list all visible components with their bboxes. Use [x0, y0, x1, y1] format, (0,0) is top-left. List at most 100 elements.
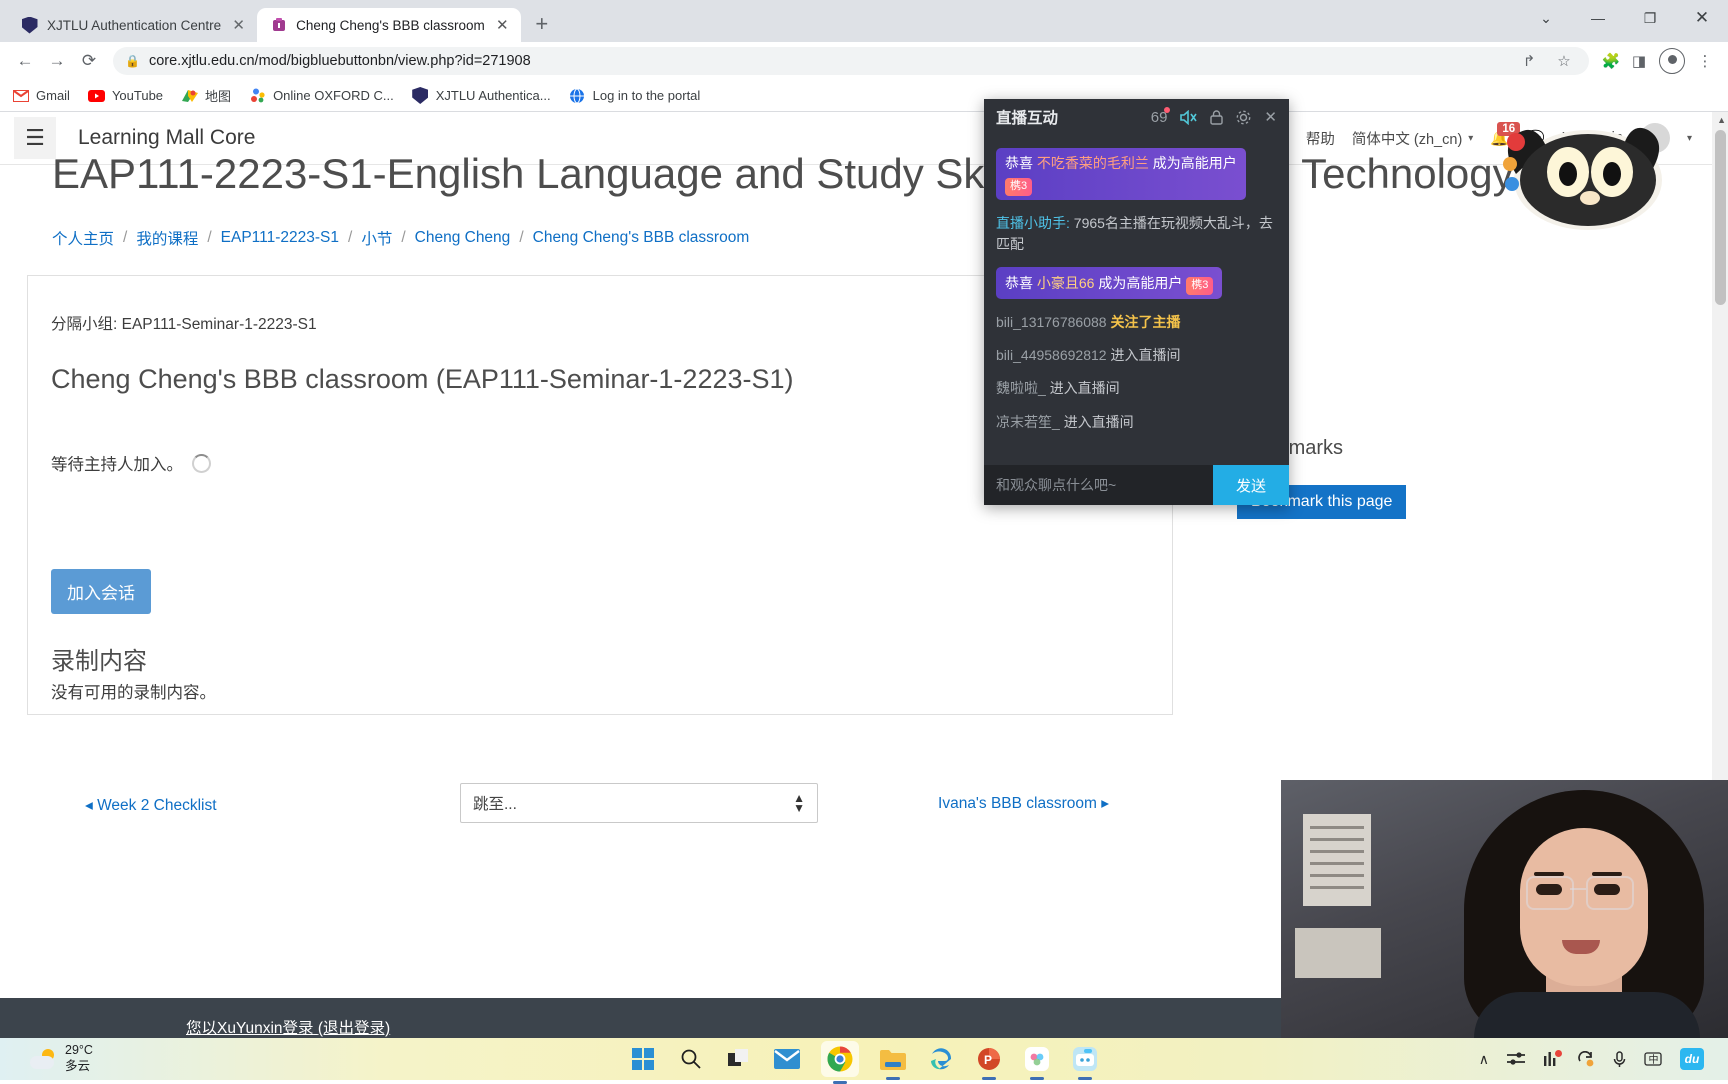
system-tray: ∧ 中 du: [1479, 1048, 1704, 1070]
group-label: 分隔小组: EAP111-Seminar-1-2223-S1: [51, 316, 317, 333]
breadcrumb-separator: /: [123, 229, 128, 246]
forward-button[interactable]: →: [42, 46, 72, 76]
danmu-count-icon[interactable]: 69: [1151, 106, 1171, 126]
waiting-status: 等待主持人加入。: [51, 451, 211, 475]
chat-username[interactable]: 直播小助手:: [996, 215, 1070, 231]
scrollbar-thumb[interactable]: [1715, 130, 1726, 305]
star-icon[interactable]: ☆: [1551, 48, 1577, 74]
user-chevron-down-icon[interactable]: ▾: [1687, 133, 1692, 144]
profile-avatar[interactable]: [1659, 48, 1685, 74]
wall-poster: [1303, 814, 1371, 906]
chat-username[interactable]: 凉末若笙_: [996, 414, 1060, 430]
new-tab-button[interactable]: +: [527, 9, 557, 39]
chat-action: 进入直播间: [1063, 413, 1134, 430]
chat-input[interactable]: 和观众聊点什么吧~: [984, 465, 1213, 505]
globe-icon: [569, 87, 586, 104]
chat-message: bili_13176786088 关注了主播: [996, 312, 1277, 332]
chat-message: bili_44958692812 进入直播间: [996, 345, 1277, 365]
recordings-heading: 录制内容: [51, 648, 147, 675]
tab-xjtlu-authentication-centre[interactable]: XJTLU Authentication Centre ✕: [8, 8, 258, 42]
wps-icon[interactable]: [1023, 1045, 1051, 1073]
start-button[interactable]: [629, 1045, 657, 1073]
close-icon[interactable]: ✕: [230, 17, 247, 34]
tab-title: Cheng Cheng's BBB classroom: [296, 17, 485, 33]
stats-icon[interactable]: [1543, 1050, 1562, 1066]
logout-link[interactable]: (退出登录): [318, 1020, 390, 1037]
breadcrumb-item-4[interactable]: Cheng Cheng: [415, 229, 511, 247]
webcam-person: [1436, 780, 1728, 1038]
close-icon[interactable]: ✕: [1264, 108, 1277, 126]
bookmark-maps[interactable]: 地图: [181, 86, 231, 105]
bookmark-xjtlu-authentica[interactable]: XJTLU Authentica...: [412, 87, 551, 104]
tab-cheng-cheng-bbb-classroom[interactable]: Cheng Cheng's BBB classroom ✕: [257, 8, 521, 42]
ime-icon[interactable]: 中: [1644, 1051, 1662, 1067]
bookmark-youtube[interactable]: YouTube: [87, 87, 163, 104]
maps-icon: [181, 87, 198, 104]
sidebar-toggle-button[interactable]: ☰: [14, 117, 56, 159]
language-menu[interactable]: 简体中文 (zh_cn) ▾: [1352, 128, 1473, 149]
settings-icon[interactable]: [1236, 110, 1251, 125]
breadcrumb-item-5[interactable]: Cheng Cheng's BBB classroom: [533, 229, 750, 247]
prev-activity-link[interactable]: ◂ Week 2 Checklist: [85, 796, 217, 815]
chat-username[interactable]: bili_13176786088: [996, 314, 1107, 330]
mute-icon[interactable]: [1180, 109, 1198, 125]
chat-username[interactable]: 不吃香菜的毛利兰: [1037, 155, 1149, 171]
microphone-icon[interactable]: [1613, 1050, 1626, 1068]
chat-username[interactable]: 小豪且66: [1037, 275, 1095, 291]
address-bar[interactable]: 🔒 core.xjtlu.edu.cn/mod/bigbluebuttonbn/…: [113, 47, 1589, 75]
help-link[interactable]: 帮助: [1306, 128, 1335, 149]
rank-badge: 槜3: [1005, 178, 1033, 197]
volume-mixer-icon[interactable]: [1507, 1052, 1525, 1066]
logged-in-user-link[interactable]: XuYunxin: [217, 1020, 283, 1037]
bilibili-live-icon[interactable]: [1071, 1045, 1099, 1073]
tab-search-button[interactable]: ⌄: [1520, 0, 1572, 36]
send-button[interactable]: 发送: [1213, 465, 1289, 505]
chrome-icon[interactable]: [821, 1041, 859, 1077]
chat-username[interactable]: 魏啦啦_: [996, 380, 1046, 396]
breadcrumb-item-1[interactable]: 我的课程: [136, 227, 198, 249]
chat-username[interactable]: bili_44958692812: [996, 347, 1107, 363]
share-icon[interactable]: ↱: [1516, 48, 1542, 74]
site-brand[interactable]: Learning Mall Core: [78, 126, 255, 150]
next-activity-link[interactable]: Ivana's BBB classroom ▸: [938, 794, 1109, 813]
join-session-button[interactable]: 加入会话: [51, 569, 151, 614]
minimize-button[interactable]: —: [1572, 0, 1624, 36]
breadcrumb-item-3[interactable]: 小节: [361, 227, 392, 249]
breadcrumb-item-2[interactable]: EAP111-2223-S1: [221, 229, 339, 247]
file-explorer-icon[interactable]: [879, 1045, 907, 1073]
jump-to-select[interactable]: 跳至... ▲ ▼: [460, 783, 818, 823]
chevron-updown-icon: ▲ ▼: [793, 790, 805, 815]
powerpoint-icon[interactable]: P: [975, 1045, 1003, 1073]
search-icon[interactable]: [677, 1045, 705, 1073]
chat-prefix: 恭喜: [1005, 274, 1033, 291]
close-window-button[interactable]: ✕: [1676, 0, 1728, 36]
bookmark-online-oxford[interactable]: Online OXFORD C...: [249, 87, 394, 104]
show-hidden-icons[interactable]: ∧: [1479, 1051, 1489, 1068]
edge-icon[interactable]: [927, 1045, 955, 1073]
shield-icon: [21, 16, 38, 34]
sync-icon[interactable]: [1577, 1051, 1595, 1067]
webcam-preview[interactable]: [1281, 780, 1728, 1038]
weather-widget[interactable]: 29°C 多云: [30, 1043, 93, 1074]
chrome-menu-icon[interactable]: ⋮: [1692, 48, 1718, 74]
extensions-icon[interactable]: 🧩: [1598, 48, 1624, 74]
youtube-icon: [87, 87, 105, 104]
side-panel-icon[interactable]: ◨: [1626, 48, 1652, 74]
reload-button[interactable]: ⟳: [74, 46, 104, 76]
scroll-up-arrow-icon[interactable]: ▲: [1717, 115, 1726, 125]
maximize-button[interactable]: ❐: [1624, 0, 1676, 36]
baidu-icon[interactable]: du: [1680, 1048, 1704, 1070]
live-chat-header: 直播互动 69 ✕: [984, 99, 1289, 135]
breadcrumb-item-0[interactable]: 个人主页: [52, 227, 114, 249]
breadcrumb: 个人主页 / 我的课程 / EAP111-2223-S1 / 小节 / Chen…: [52, 227, 749, 249]
lock-icon[interactable]: [1210, 109, 1224, 125]
task-view-icon[interactable]: [725, 1045, 753, 1073]
mascot-image: [1476, 122, 1666, 234]
back-button[interactable]: ←: [10, 46, 40, 76]
bookmark-log-in-to-the-portal[interactable]: Log in to the portal: [569, 87, 700, 104]
bookmark-gmail[interactable]: Gmail: [12, 87, 70, 104]
live-chat-input-row: 和观众聊点什么吧~ 发送: [984, 465, 1289, 505]
close-icon[interactable]: ✕: [494, 17, 511, 34]
window-controls: ⌄ — ❐ ✕: [1520, 0, 1728, 36]
mail-icon[interactable]: [773, 1045, 801, 1073]
